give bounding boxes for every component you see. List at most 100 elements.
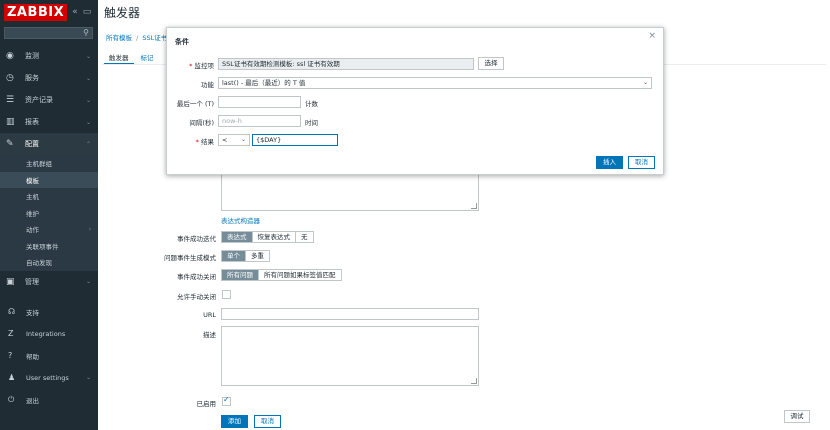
ok-close-segmented: 所有问题 所有问题如果标签值匹配 (221, 269, 342, 281)
url-input[interactable] (221, 308, 479, 320)
collapse-sidebar-icon[interactable]: « (72, 7, 78, 17)
ok-close-label: 事件成功关闭 (177, 273, 216, 281)
breadcrumb-all-templates[interactable]: 所有模板 (106, 34, 132, 42)
result-label-text: 结果 (201, 138, 214, 146)
ok-close-tag-match[interactable]: 所有问题如果标签值匹配 (259, 270, 341, 280)
function-label: 功能 (201, 81, 214, 89)
submenu-event-correlation[interactable]: 关联项事件 (0, 238, 98, 255)
nav-services[interactable]: ◷ 服务 ⌄ (0, 67, 98, 89)
submenu-hosts[interactable]: 主机 (0, 188, 98, 205)
close-icon[interactable]: × (648, 31, 656, 41)
nav-monitoring[interactable]: ◉ 监测 ⌄ (0, 45, 98, 67)
item-label-text: 监控项 (194, 62, 215, 70)
submenu-maintenance[interactable]: 维护 (0, 205, 98, 222)
nav-label: 资产记录 (25, 96, 53, 104)
integrations-icon: Z (8, 329, 14, 338)
nav-label: 退出 (26, 396, 39, 405)
add-button[interactable]: 添加 (221, 415, 248, 428)
breadcrumb: 所有模板 / SSL证书 (106, 32, 167, 42)
submenu-actions[interactable]: 动作 › (0, 221, 98, 238)
tab-trigger[interactable]: 触发器 (104, 50, 134, 64)
wrench-icon: ✎ (6, 139, 14, 149)
result-value-input[interactable]: {$DAY} (252, 134, 338, 146)
expression-builder-link[interactable]: 表达式构造器 (221, 215, 260, 225)
insert-button[interactable]: 插入 (596, 156, 623, 169)
nav-administration[interactable]: ▣ 管理 ⌄ (0, 271, 98, 293)
nav-help[interactable]: ? 帮助 (0, 345, 98, 367)
nav-support[interactable]: ☊ 支持 (0, 301, 98, 323)
select-item-button[interactable]: 选择 (478, 57, 504, 70)
submenu-label: 动作 (26, 226, 39, 235)
nav-configuration[interactable]: ✎ 配置 ⌃ (0, 133, 98, 155)
function-selected-value: last() - 最后（最近）的 T 值 (222, 79, 306, 87)
logo-row: ZABBIX « ▭ (0, 0, 98, 24)
manual-close-checkbox[interactable] (222, 290, 231, 299)
chevron-down-icon: ⌄ (642, 79, 648, 86)
nav-label: 服务 (25, 74, 39, 82)
required-mark: * (195, 138, 199, 146)
enabled-checkbox[interactable] (222, 395, 231, 406)
test-button[interactable]: 调试 (784, 410, 810, 423)
ok-event-gen-segmented: 表达式 恢复表达式 无 (221, 231, 314, 243)
nav-label: User settings (26, 373, 69, 382)
submenu-discovery[interactable]: 自动发现 (0, 254, 98, 271)
chevron-down-icon: ⌄ (85, 278, 91, 285)
user-icon: ♟ (8, 373, 16, 382)
chart-icon: ▥ (6, 117, 15, 127)
nav-label: 监测 (25, 52, 39, 60)
nav-inventory[interactable]: ☰ 资产记录 ⌄ (0, 89, 98, 111)
description-label: 描述 (203, 331, 216, 339)
problem-mode-segmented: 单个 多重 (221, 250, 270, 262)
nav-sign-out[interactable]: ⏻ 退出 (0, 389, 98, 411)
url-label: URL (203, 311, 216, 319)
ok-event-gen-label: 事件成功迭代 (177, 235, 216, 243)
nav-label: 报表 (25, 118, 39, 126)
ok-close-all[interactable]: 所有问题 (222, 270, 259, 280)
nav-label: Integrations (26, 329, 66, 338)
nav-reports[interactable]: ▥ 报表 ⌄ (0, 111, 98, 133)
result-operator-select[interactable]: < ⌄ (218, 134, 250, 146)
chevron-down-icon: ⌄ (85, 374, 91, 381)
last-t-unit: 计数 (305, 100, 318, 108)
expression-textarea[interactable] (221, 172, 479, 211)
nav-integrations[interactable]: Z Integrations (0, 323, 98, 345)
last-t-label: 最后一个 (T) (176, 100, 214, 108)
nav-user-settings[interactable]: ♟ User settings ⌄ (0, 367, 98, 389)
condition-dialog: 条件 × * 监控项 SSL证书有效期检测模板: ssl 证书有效期 选择 功能… (166, 27, 664, 175)
enabled-label: 已启用 (196, 400, 217, 408)
submenu-templates[interactable]: 模板 (0, 171, 98, 188)
shift-unit: 时间 (305, 119, 318, 127)
result-label: * 结果 (154, 136, 214, 146)
last-t-input[interactable] (218, 96, 301, 108)
configuration-submenu: 主机群组 模板 主机 维护 动作 › 关联项事件 自动发现 (0, 155, 98, 271)
required-mark: * (189, 62, 193, 70)
zabbix-logo[interactable]: ZABBIX (4, 3, 68, 21)
ok-event-gen-expression[interactable]: 表达式 (222, 232, 253, 242)
description-textarea[interactable] (221, 326, 479, 386)
submenu-host-groups[interactable]: 主机群组 (0, 155, 98, 172)
item-field[interactable]: SSL证书有效期检测模板: ssl 证书有效期 (218, 58, 474, 70)
kiosk-mode-icon[interactable]: ▭ (83, 7, 92, 17)
admin-icon: ▣ (6, 276, 15, 287)
chevron-down-icon: ⌄ (85, 52, 91, 60)
chevron-down-icon: ⌄ (85, 96, 91, 104)
ok-event-gen-recovery[interactable]: 恢复表达式 (252, 232, 296, 242)
shift-label: 间隔(秒) (189, 119, 214, 127)
nav-label: 支持 (26, 308, 39, 317)
dialog-cancel-button[interactable]: 取消 (628, 156, 655, 169)
help-icon: ? (8, 351, 13, 360)
function-select[interactable]: last() - 最后（最近）的 T 值 ⌄ (218, 77, 652, 89)
chevron-down-icon: ⌄ (240, 136, 246, 143)
problem-mode-single[interactable]: 单个 (222, 251, 246, 261)
dialog-title: 条件 (175, 38, 189, 46)
sidebar: ZABBIX « ▭ ⚲ ◉ 监测 ⌄ ◷ 服务 ⌄ ☰ 资产记录 ⌄ ▥ 报表… (0, 0, 98, 430)
ok-event-gen-none[interactable]: 无 (296, 232, 313, 242)
power-icon: ⏻ (8, 394, 15, 404)
sidebar-search-input[interactable]: ⚲ (4, 27, 93, 39)
shift-input[interactable]: now-h (218, 115, 301, 127)
cancel-button[interactable]: 取消 (254, 415, 281, 428)
search-icon[interactable]: ⚲ (83, 28, 89, 37)
breadcrumb-template[interactable]: SSL证书 (142, 34, 167, 42)
nav-label: 管理 (25, 277, 39, 286)
problem-mode-multiple[interactable]: 多重 (246, 251, 269, 261)
